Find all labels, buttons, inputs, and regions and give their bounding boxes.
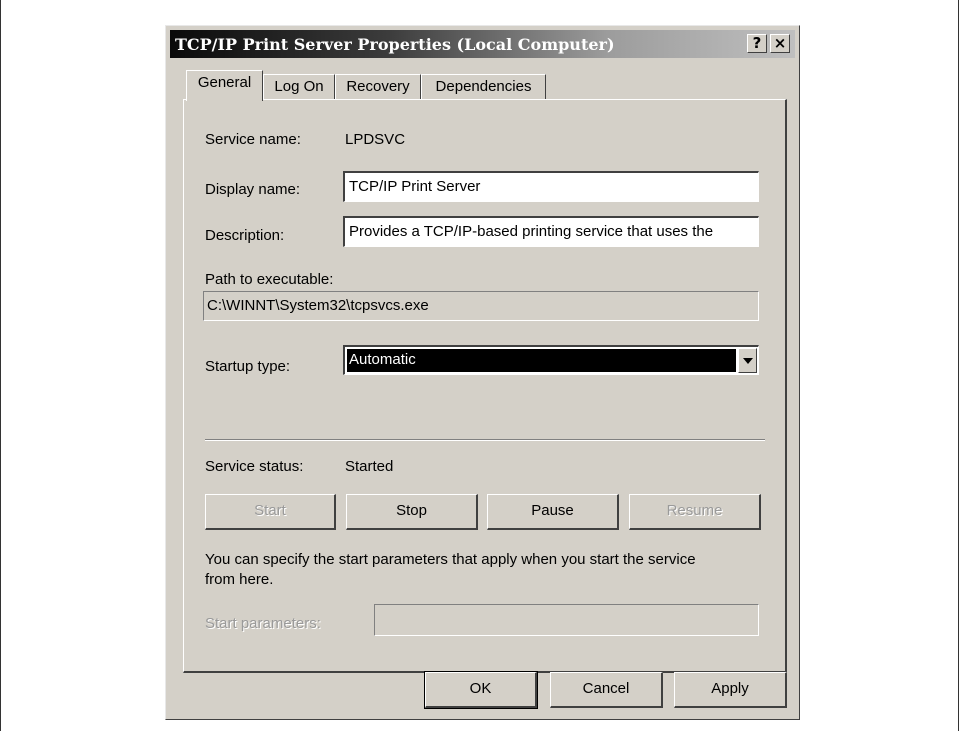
description-field[interactable]: Provides a TCP/IP-based printing service… bbox=[343, 216, 759, 247]
separator bbox=[205, 439, 765, 441]
resume-button[interactable]: Resume bbox=[629, 494, 761, 530]
start-parameters-field[interactable] bbox=[374, 604, 759, 636]
tab-dependencies[interactable]: Dependencies bbox=[421, 74, 546, 100]
cancel-button[interactable]: Cancel bbox=[550, 672, 663, 708]
close-icon[interactable]: × bbox=[770, 34, 790, 53]
title-bar[interactable]: TCP/IP Print Server Properties (Local Co… bbox=[170, 30, 795, 58]
startup-type-label: Startup type: bbox=[205, 358, 291, 375]
tab-general[interactable]: General bbox=[186, 70, 263, 101]
startup-type-selected: Automatic bbox=[347, 349, 736, 372]
path-to-executable-field: C:\WINNT\System32\tcpsvcs.exe bbox=[203, 291, 759, 321]
ok-button[interactable]: OK bbox=[424, 671, 538, 709]
apply-button[interactable]: Apply bbox=[674, 672, 787, 708]
help-icon[interactable]: ? bbox=[747, 34, 767, 53]
stop-button[interactable]: Stop bbox=[346, 494, 478, 530]
tab-recovery[interactable]: Recovery bbox=[335, 74, 421, 100]
service-status-label: Service status: bbox=[205, 458, 304, 475]
startup-type-select[interactable]: Automatic bbox=[343, 345, 759, 375]
properties-dialog: TCP/IP Print Server Properties (Local Co… bbox=[165, 25, 800, 720]
path-label: Path to executable: bbox=[205, 271, 334, 288]
service-name-label: Service name: bbox=[205, 131, 301, 148]
start-parameters-hint-line2: from here. bbox=[205, 571, 274, 588]
start-parameters-hint-line1: You can specify the start parameters tha… bbox=[205, 551, 696, 568]
display-name-label: Display name: bbox=[205, 181, 301, 198]
pause-button[interactable]: Pause bbox=[487, 494, 619, 530]
general-tab-panel: Service name: LPDSVC Display name: TCP/I… bbox=[183, 99, 787, 673]
start-parameters-label: Start parameters: bbox=[205, 615, 321, 632]
service-name-value: LPDSVC bbox=[345, 131, 406, 148]
start-button[interactable]: Start bbox=[205, 494, 336, 530]
description-label: Description: bbox=[205, 227, 285, 244]
tab-log-on[interactable]: Log On bbox=[263, 74, 335, 100]
service-status-value: Started bbox=[345, 458, 394, 475]
window-title: TCP/IP Print Server Properties (Local Co… bbox=[175, 35, 615, 54]
display-name-field[interactable]: TCP/IP Print Server bbox=[343, 171, 759, 202]
chevron-down-icon[interactable] bbox=[738, 348, 757, 373]
